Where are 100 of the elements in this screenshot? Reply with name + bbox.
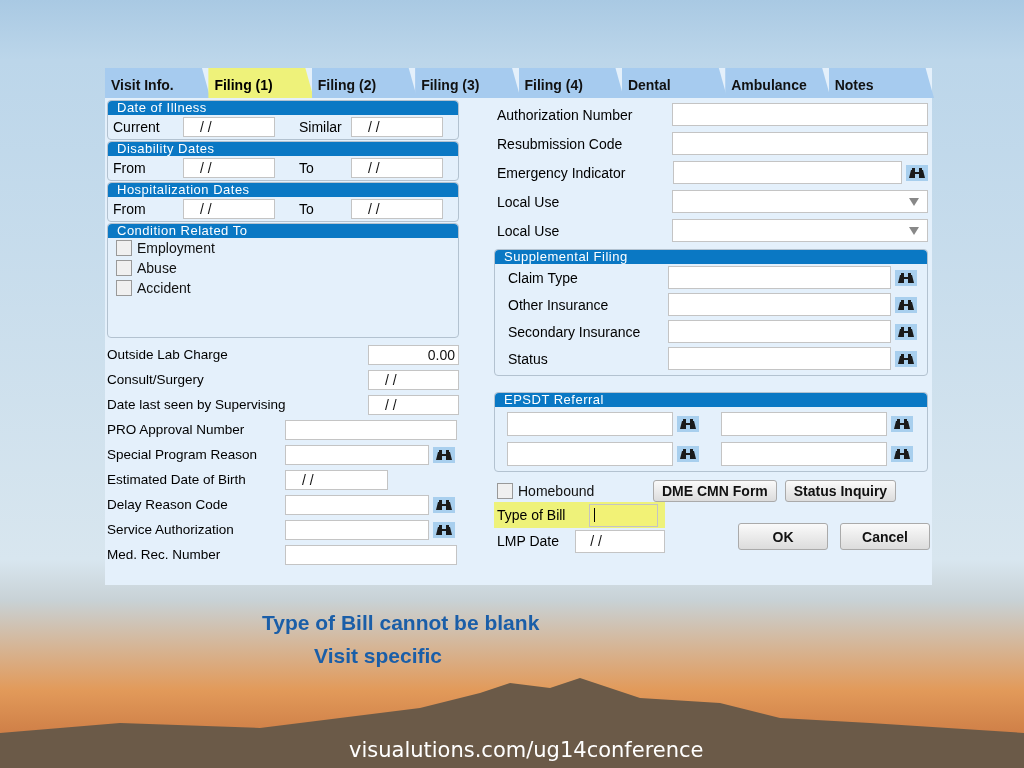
binoculars-icon[interactable]: [433, 446, 455, 463]
field-label: Special Program Reason: [107, 447, 259, 462]
input-field[interactable]: [285, 544, 457, 565]
field-label: Med. Rec. Number: [107, 547, 222, 562]
field-label: Outside Lab Charge: [107, 347, 229, 362]
binoculars-icon[interactable]: [895, 323, 917, 340]
field-value: / /: [590, 533, 602, 549]
dropdown[interactable]: [671, 190, 928, 213]
dialog-button[interactable]: OK: [738, 523, 828, 550]
tab[interactable]: Notes: [828, 68, 934, 98]
field-label: Claim Type: [507, 269, 579, 286]
checkbox[interactable]: [116, 240, 132, 256]
date-field[interactable]: / /: [368, 394, 459, 415]
input-field[interactable]: [668, 347, 891, 370]
checkbox[interactable]: [497, 483, 513, 499]
date-field[interactable]: / /: [183, 117, 275, 137]
tab[interactable]: Filing (3): [415, 68, 521, 98]
date-field[interactable]: / /: [351, 158, 443, 178]
caption-text: Type of Bill cannot be blank: [262, 610, 540, 636]
checkbox-label: Employment: [137, 240, 215, 256]
tab[interactable]: Filing (1): [208, 68, 314, 98]
input-field[interactable]: [668, 293, 891, 316]
checkbox[interactable]: [116, 280, 132, 296]
group-title: EPSDT Referral: [495, 393, 927, 407]
field-label: Type of Bill: [497, 507, 567, 523]
input-field[interactable]: [671, 132, 928, 155]
binoculars-icon[interactable]: [895, 350, 917, 367]
footer-url: visualutions.com/ug14conference: [349, 738, 704, 762]
field-label: Local Use: [496, 222, 561, 239]
action-button[interactable]: Status Inquiry: [784, 480, 897, 502]
binoculars-icon[interactable]: [895, 269, 917, 286]
field-label: Current: [112, 119, 161, 135]
field-label: To: [298, 201, 315, 217]
input-field[interactable]: [285, 519, 429, 540]
binoculars-icon[interactable]: [891, 416, 913, 432]
field-label: From: [112, 160, 147, 176]
group-title: Disability Dates: [108, 142, 458, 156]
field-label: Authorization Number: [496, 106, 634, 123]
caret-icon: [909, 226, 919, 235]
tab[interactable]: Ambulance: [725, 68, 831, 98]
input-field[interactable]: [668, 266, 891, 289]
field-label: To: [298, 160, 315, 176]
field-label: Secondary Insurance: [507, 323, 642, 340]
input-field[interactable]: [507, 412, 673, 436]
tab[interactable]: Visit Info.: [105, 68, 211, 98]
input-field[interactable]: [668, 320, 891, 343]
field-label: Consult/Surgery: [107, 372, 205, 387]
field-label: From: [112, 201, 147, 217]
dropdown[interactable]: [671, 219, 928, 242]
date-field[interactable]: / /: [285, 469, 388, 490]
field-label: Local Use: [496, 193, 561, 210]
input-field[interactable]: [673, 161, 902, 184]
date-field[interactable]: / /: [351, 199, 443, 219]
input-field[interactable]: [285, 494, 429, 515]
binoculars-icon[interactable]: [677, 446, 699, 462]
checkbox-label: Abuse: [137, 260, 177, 276]
binoculars-icon[interactable]: [906, 164, 928, 181]
input-field[interactable]: [721, 442, 887, 466]
binoculars-icon[interactable]: [433, 521, 455, 538]
dialog-button[interactable]: Cancel: [840, 523, 930, 550]
field-label: Other Insurance: [507, 296, 610, 313]
field-label: Date last seen by Supervising: [107, 397, 285, 412]
input-field[interactable]: [721, 412, 887, 436]
checkbox[interactable]: [116, 260, 132, 276]
field-label: Resubmission Code: [496, 135, 624, 152]
field-label: Status: [507, 350, 549, 367]
binoculars-icon[interactable]: [895, 296, 917, 313]
field-label: Delay Reason Code: [107, 497, 229, 512]
field-label: Estimated Date of Birth: [107, 472, 247, 487]
binoculars-icon[interactable]: [677, 416, 699, 432]
input-field[interactable]: [285, 444, 429, 465]
input-field[interactable]: / /: [575, 529, 665, 553]
group-title: Hospitalization Dates: [108, 183, 458, 197]
field-label: Similar: [298, 119, 343, 135]
tab[interactable]: Filing (2): [311, 68, 418, 98]
input-field[interactable]: [507, 442, 673, 466]
group-title: Date of Illness: [108, 101, 458, 115]
binoculars-icon[interactable]: [891, 446, 913, 462]
checkbox-label: Accident: [137, 280, 191, 296]
text-cursor: [594, 508, 595, 522]
group-title: Condition Related To: [108, 224, 458, 238]
field-label: PRO Approval Number: [107, 422, 246, 437]
amount-field[interactable]: 0.00: [368, 344, 459, 365]
field-label: Service Authorization: [107, 522, 235, 537]
checkbox-label: Homebound: [518, 483, 595, 499]
binoculars-icon[interactable]: [433, 496, 455, 513]
date-field[interactable]: / /: [183, 158, 275, 178]
group-title: Supplemental Filing: [495, 250, 927, 264]
action-button[interactable]: DME CMN Form: [653, 480, 777, 502]
tab[interactable]: Dental: [621, 68, 728, 98]
input-field[interactable]: [671, 103, 928, 126]
tab[interactable]: Filing (4): [518, 68, 624, 98]
field-label: LMP Date: [497, 533, 560, 549]
input-field[interactable]: [285, 419, 457, 440]
field-label: Emergency Indicator: [496, 164, 627, 181]
caption-text: Visit specific: [313, 643, 443, 669]
input-field[interactable]: [589, 503, 658, 527]
date-field[interactable]: / /: [183, 199, 275, 219]
date-field[interactable]: / /: [368, 369, 459, 390]
date-field[interactable]: / /: [351, 117, 443, 137]
